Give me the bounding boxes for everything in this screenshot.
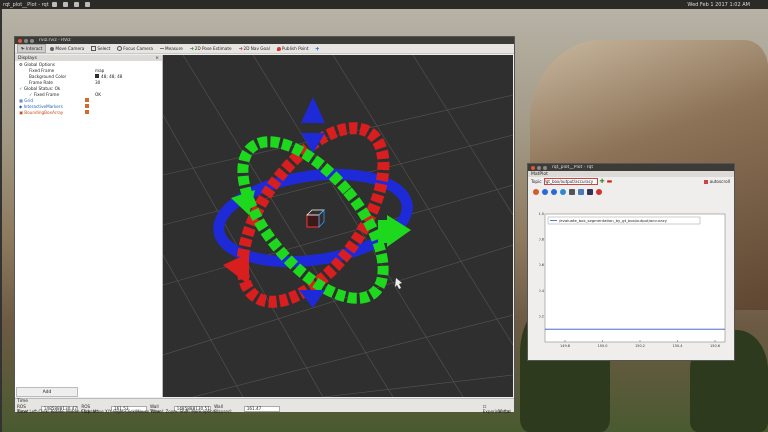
bounding-box-cube[interactable] xyxy=(306,209,325,228)
y-tick-label: 1.0 xyxy=(539,212,544,216)
enable-checkbox[interactable] xyxy=(85,104,89,108)
mouse-cursor-icon xyxy=(395,278,402,289)
remove-topic-icon[interactable]: ▬ xyxy=(607,178,613,185)
rviz-window: rviz.rviz - RViz Interact Move Camera Se… xyxy=(14,36,515,414)
x-tick-label: 150.2 xyxy=(635,344,645,348)
select-icon xyxy=(91,46,97,51)
move-camera-icon xyxy=(50,46,55,51)
y-tick-label: 0.2 xyxy=(539,314,544,318)
time-panel: Time ROS Time: 1485888130.47 ROS Elapsed:… xyxy=(15,398,514,414)
x-tick-label: 150.4 xyxy=(672,344,683,348)
edit-curve-icon[interactable] xyxy=(596,188,602,195)
plot-canvas[interactable]: 1.0 0.8 0.6 0.4 0.2 149.8 150.0 150.2 150.4 150.6… xyxy=(538,210,729,355)
close-icon[interactable] xyxy=(18,38,22,43)
tool-interact[interactable]: Interact xyxy=(17,44,47,53)
save-icon[interactable] xyxy=(587,188,593,195)
tool-2d-nav-goal[interactable]: 2D Nav Goal xyxy=(236,45,273,52)
status-hint: Reset Left-Click: Rotate. Middle-Click: … xyxy=(17,409,219,414)
x-tick-label: 149.8 xyxy=(560,344,570,348)
cursor-icon xyxy=(21,46,25,51)
forward-icon[interactable] xyxy=(551,188,557,195)
displays-tree: ⚙ Global Options Fixed Frame map Backgrou… xyxy=(15,61,162,115)
legend-label: /evaluate_box_segmentation_by_gt_box/out… xyxy=(559,218,668,223)
subplot-config-icon[interactable] xyxy=(578,188,584,195)
network-icon[interactable] xyxy=(51,2,57,7)
battery-icon[interactable] xyxy=(73,2,79,7)
rviz-titlebar: rviz.rviz - RViz xyxy=(15,37,514,44)
clock[interactable]: Wed Feb 1 2017 1:02 AM xyxy=(687,2,768,8)
keyboard-icon[interactable] xyxy=(62,2,68,7)
add-topic-icon[interactable]: ✚ xyxy=(600,178,605,185)
publish-point-icon xyxy=(276,46,281,51)
y-tick-label: 0.8 xyxy=(539,238,544,242)
pose-estimate-icon xyxy=(189,46,194,51)
minimize-icon[interactable] xyxy=(537,165,541,170)
nav-goal-icon xyxy=(238,46,243,51)
tool-publish-point[interactable]: Publish Point xyxy=(274,45,312,52)
displays-panel: Displays × ⚙ Global Options Fixed Frame m… xyxy=(15,55,163,397)
tool-measure[interactable]: Measure xyxy=(157,45,186,52)
y-tick-label: 0.6 xyxy=(539,263,544,267)
y-tick-label: 0.4 xyxy=(539,289,545,293)
topic-row: Topic /gt_box/output/accuracy ✚ ▬ autosc… xyxy=(531,178,730,185)
red-arrow-left[interactable] xyxy=(223,253,249,285)
plot-axes-frame xyxy=(544,213,726,343)
active-window-title: rqt_plot__Plot - rqt xyxy=(3,1,49,8)
close-icon[interactable] xyxy=(531,165,535,170)
rqt-plot-window: rqt_plot__Plot - rqt MatPlot Topic /gt_b… xyxy=(527,163,735,361)
home-icon[interactable] xyxy=(533,188,539,195)
plot-title: rqt_plot__Plot - rqt xyxy=(552,165,594,170)
minimize-icon[interactable] xyxy=(24,38,28,43)
tool-2d-pose-estimate[interactable]: 2D Pose Estimate xyxy=(187,45,235,52)
volume-icon[interactable] xyxy=(84,2,90,7)
top-panel: rqt_plot__Plot - rqt Wed Feb 1 2017 1:02… xyxy=(0,0,768,9)
accuracy-chart[interactable]: 1.0 0.8 0.6 0.4 0.2 149.8 150.0 150.2 150.4 150.6… xyxy=(538,210,729,355)
x-tick-label: 150.0 xyxy=(597,344,607,348)
plot-titlebar: rqt_plot__Plot - rqt xyxy=(528,164,734,171)
pan-icon[interactable] xyxy=(560,188,566,195)
reset-button[interactable]: Reset xyxy=(17,409,28,414)
wall-elapsed-field[interactable]: 161.47 xyxy=(243,406,280,412)
maximize-icon[interactable] xyxy=(543,165,547,170)
measure-icon xyxy=(160,48,164,49)
maximize-icon[interactable] xyxy=(30,38,34,43)
tool-move-camera[interactable]: Move Camera xyxy=(47,45,87,52)
add-display-button[interactable]: Add xyxy=(16,387,78,397)
3d-viewport[interactable] xyxy=(163,55,513,397)
display-row-bounding-box-array[interactable]: ▣ BoundingBoxArray xyxy=(15,109,162,115)
enable-checkbox[interactable] xyxy=(85,98,89,102)
focus-camera-icon xyxy=(117,46,123,51)
zoom-icon[interactable] xyxy=(569,188,575,195)
viewport-scene xyxy=(163,55,513,397)
rviz-title: rviz.rviz - RViz xyxy=(39,38,71,43)
tool-select[interactable]: Select xyxy=(88,45,113,52)
close-panel-icon[interactable]: × xyxy=(155,56,162,61)
blue-arrow-up[interactable] xyxy=(301,97,325,123)
enable-checkbox[interactable] xyxy=(85,110,89,114)
x-tick-label: 150.6 xyxy=(710,344,720,348)
tool-focus-camera[interactable]: Focus Camera xyxy=(114,45,156,52)
topic-input[interactable]: /gt_box/output/accuracy xyxy=(543,178,598,185)
green-arrow-stem[interactable] xyxy=(378,220,393,243)
autoscroll-checkbox[interactable] xyxy=(703,179,708,184)
rviz-toolbar: Interact Move Camera Select Focus Camera… xyxy=(15,44,514,54)
tool-add[interactable] xyxy=(312,45,322,52)
color-swatch xyxy=(95,74,99,78)
plot-nav-toolbar xyxy=(528,186,734,197)
launcher xyxy=(0,9,2,432)
back-icon[interactable] xyxy=(542,188,548,195)
fps-readout: 30 fps xyxy=(497,409,510,414)
plus-icon xyxy=(315,46,320,51)
